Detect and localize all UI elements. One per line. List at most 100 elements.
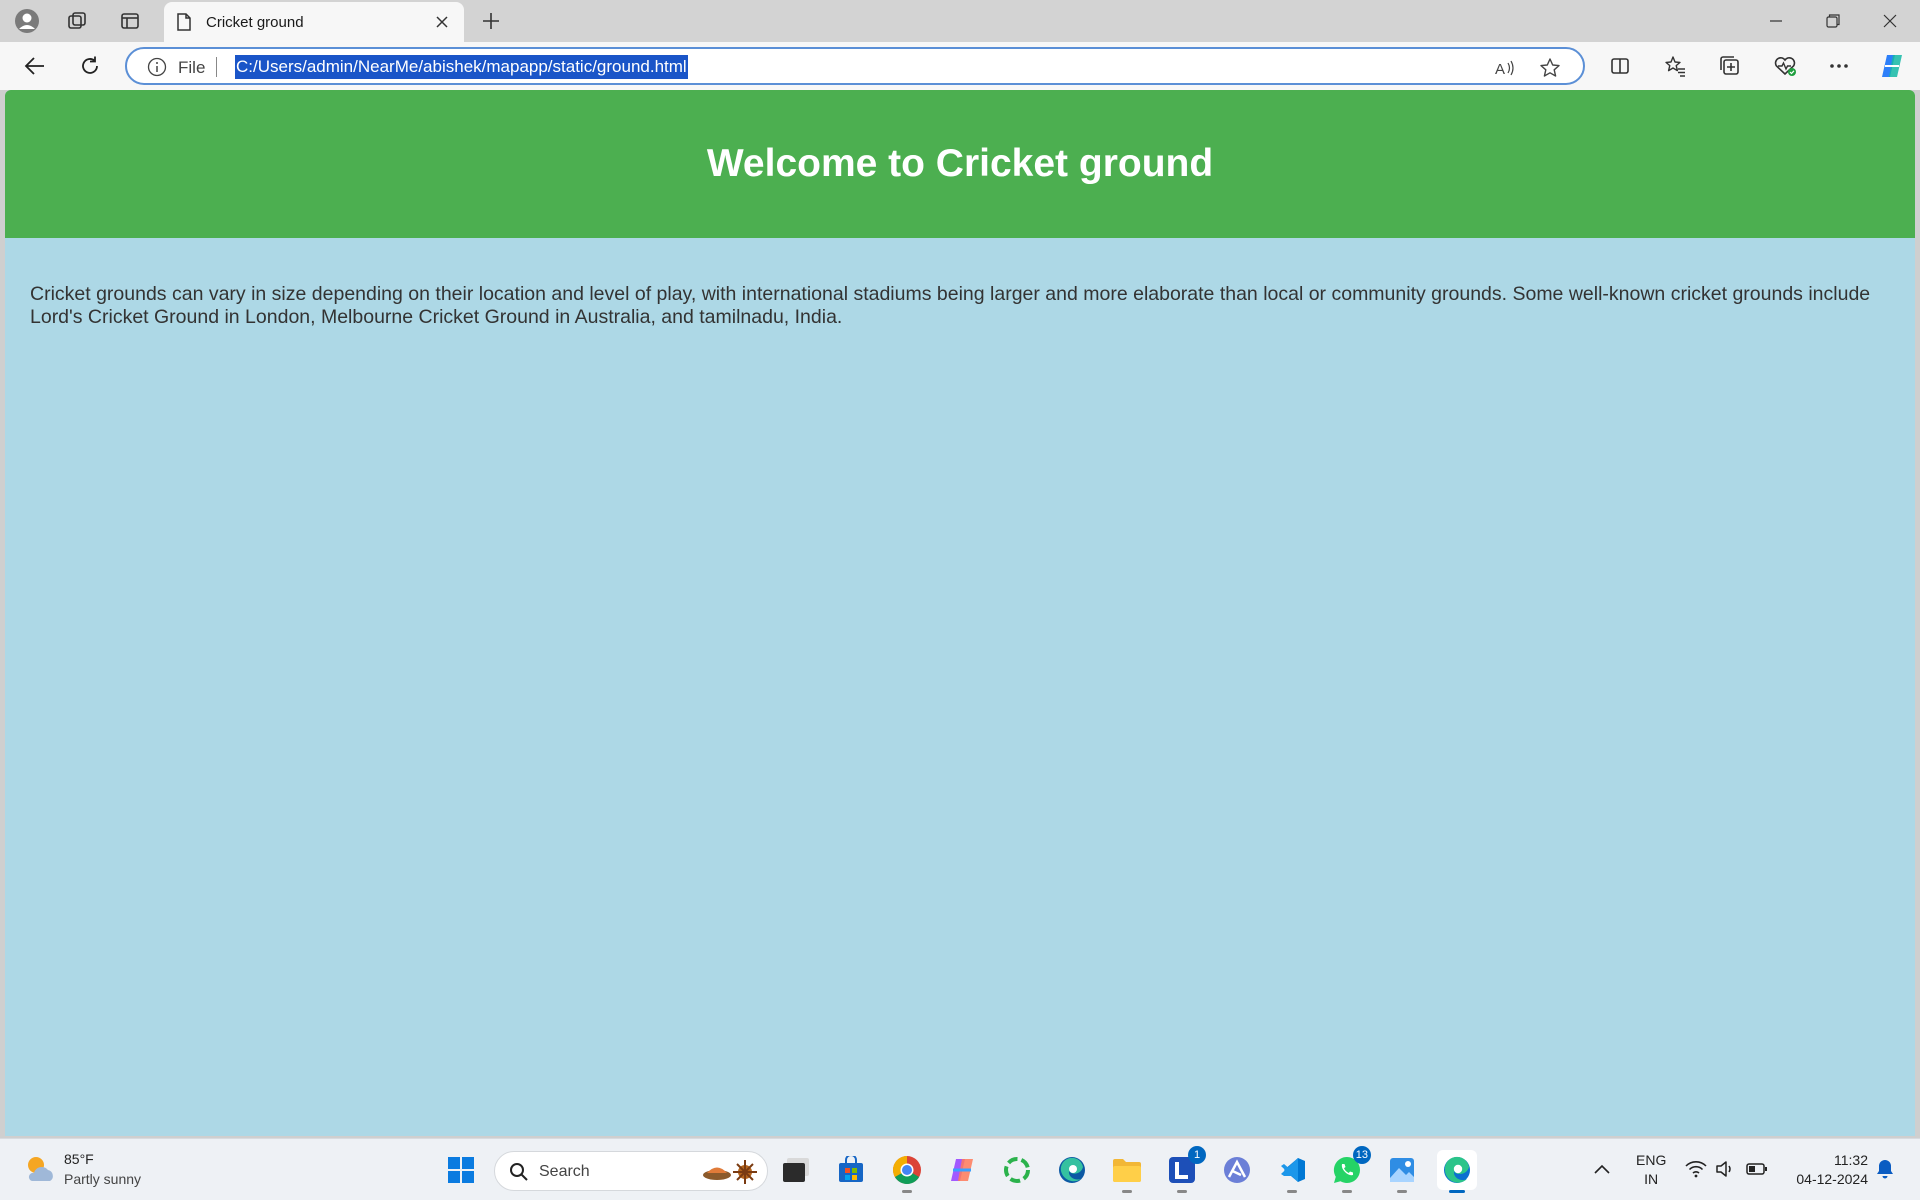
arc-app-icon [1224,1157,1250,1183]
browser-tab[interactable]: Cricket ground [164,2,464,42]
svg-text:A: A [1495,61,1505,78]
page-title: Welcome to Cricket ground [706,142,1214,185]
profile-button[interactable] [11,5,43,37]
taskbar-app-arc[interactable] [1217,1150,1257,1190]
notification-badge: 1 [1188,1146,1206,1164]
more-icon [1830,64,1848,68]
browser-essentials-icon [1774,57,1796,76]
running-indicator [1177,1190,1187,1193]
copilot-button[interactable] [1876,50,1908,82]
page-viewport: Welcome to Cricket ground Cricket ground… [5,90,1915,1136]
tab-title: Cricket ground [206,14,304,31]
tab-actions-icon [121,13,139,29]
taskbar-app-store[interactable] [831,1150,871,1190]
back-button[interactable] [19,50,51,82]
read-aloud-icon: A [1495,60,1514,78]
title-bar: Cricket ground [0,0,1920,42]
collections-icon [1720,56,1739,75]
page-paragraph: Cricket grounds can vary in size dependi… [30,283,1871,328]
navigation-toolbar: File C:/Users/admin/NearMe/abishek/mapap… [0,42,1920,90]
close-icon [436,16,448,28]
address-bar[interactable]: File C:/Users/admin/NearMe/abishek/mapap… [125,47,1585,85]
running-indicator [1287,1190,1297,1193]
address-separator [216,57,217,77]
close-icon [1883,14,1897,28]
taskbar-app-vscode[interactable] [1272,1150,1312,1193]
volume-icon [1716,1161,1731,1177]
more-button[interactable] [1823,50,1855,82]
wifi-icon [1685,1161,1707,1178]
split-screen-icon [1611,58,1629,74]
network-status[interactable] [1684,1157,1708,1181]
edge-icon [1444,1156,1470,1183]
region-code: IN [1644,1171,1659,1187]
show-hidden-icons-button[interactable] [1590,1157,1614,1181]
store-icon [839,1156,863,1182]
taskbar-app-l[interactable]: 1 [1162,1146,1206,1193]
volume-control[interactable] [1713,1157,1737,1181]
taskbar: 85°F Partly sunny Search 1 13 ENG IN 11:… [0,1138,1920,1200]
new-tab-button[interactable] [476,6,506,36]
chrome-icon [893,1156,921,1184]
vscode-icon [1281,1158,1305,1182]
favorites-icon [1665,56,1685,77]
read-aloud-button[interactable]: A [1492,55,1518,81]
favorites-button[interactable] [1659,50,1691,82]
input-language-indicator[interactable]: ENG IN [1636,1151,1666,1189]
page-header: Welcome to Cricket ground [5,90,1915,238]
running-indicator [902,1190,912,1193]
weather-temperature: 85°F [64,1151,94,1167]
photos-icon [1390,1158,1414,1182]
terminal-icon [783,1158,809,1182]
running-indicator [1122,1190,1132,1193]
taskbar-app-sync[interactable] [997,1150,1037,1190]
workspaces-button[interactable] [61,5,93,37]
close-window-button[interactable] [1862,0,1918,42]
taskbar-app-edge[interactable] [1437,1150,1477,1193]
start-button[interactable] [441,1150,481,1190]
split-screen-button[interactable] [1604,50,1636,82]
favorite-button[interactable] [1537,55,1563,81]
address-scheme-label: File [178,58,206,77]
taskbar-app-terminal[interactable] [776,1150,816,1190]
taskbar-app-copilot[interactable] [942,1150,982,1190]
collections-button[interactable] [1714,50,1746,82]
plus-icon [483,13,499,29]
taskbar-app-edge-dev[interactable] [1052,1150,1092,1190]
back-icon [24,57,44,75]
active-indicator [1449,1190,1465,1193]
copilot-app-icon [951,1159,973,1181]
chevron-up-icon [1594,1164,1610,1174]
running-indicator [1342,1190,1352,1193]
battery-status[interactable] [1745,1157,1769,1181]
workspaces-icon [68,12,86,29]
battery-icon [1746,1163,1767,1175]
taskbar-app-file-explorer[interactable] [1107,1150,1147,1193]
taskbar-app-photos[interactable] [1382,1150,1422,1193]
tab-actions-button[interactable] [114,5,146,37]
minimize-icon [1770,20,1782,22]
clock-date: 04-12-2024 [1796,1171,1868,1187]
notification-center-button[interactable] [1873,1157,1897,1181]
refresh-button[interactable] [74,50,106,82]
system-clock[interactable]: 11:32 04-12-2024 [1786,1151,1868,1189]
tab-close-button[interactable] [430,10,454,34]
info-icon[interactable] [147,57,167,77]
taskbar-app-whatsapp[interactable]: 13 [1327,1146,1371,1193]
circular-sync-icon [1004,1157,1030,1183]
taskbar-search[interactable]: Search [494,1151,768,1191]
taskbar-app-chrome[interactable] [887,1150,927,1193]
browser-essentials-button[interactable] [1769,50,1801,82]
search-icon [510,1163,528,1181]
minimize-button[interactable] [1748,0,1804,42]
page-icon [177,13,191,31]
restore-button[interactable] [1805,0,1861,42]
url-text[interactable]: C:/Users/admin/NearMe/abishek/mapapp/sta… [235,55,688,79]
partly-sunny-icon [28,1157,53,1181]
folder-icon [1113,1159,1141,1182]
language-code: ENG [1636,1152,1667,1168]
notification-bell-icon [1877,1160,1893,1179]
restore-icon [1826,14,1840,28]
edge-dev-icon [1059,1157,1085,1183]
running-indicator [1397,1190,1407,1193]
